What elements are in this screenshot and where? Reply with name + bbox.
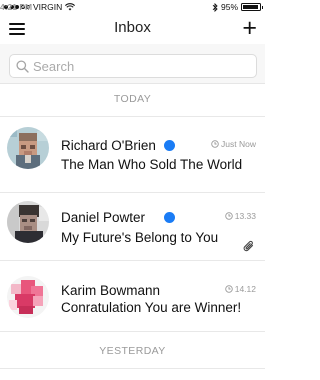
clock-icon xyxy=(224,212,233,220)
page-title: Inbox xyxy=(114,19,151,36)
message-time: 14.12 xyxy=(224,284,256,294)
avatar xyxy=(7,127,49,169)
sender-name: Karim Bowmann xyxy=(61,283,161,298)
message-time-label: Just Now xyxy=(221,139,256,149)
message-time-label: 14.12 xyxy=(234,284,256,294)
search-field[interactable] xyxy=(9,54,257,78)
avatar xyxy=(7,276,49,318)
message-subject: My Future's Belong to You xyxy=(61,230,219,245)
divider xyxy=(0,368,265,369)
bluetooth-icon xyxy=(212,2,218,12)
status-right: 95% xyxy=(212,2,263,12)
battery-percent: 95% xyxy=(220,2,238,12)
unread-indicator xyxy=(164,140,175,151)
battery-level xyxy=(243,5,259,9)
message-subject: The Man Who Sold The World xyxy=(61,157,243,172)
status-bar: VIRGIN 4:21 PM 95% xyxy=(0,0,265,14)
search-input[interactable] xyxy=(33,58,233,74)
paperclip-icon xyxy=(243,240,254,252)
search-icon xyxy=(16,59,29,73)
message-row[interactable]: Karim Bowmann 14.12 Conratulation You ar… xyxy=(0,262,265,332)
section-header-today: TODAY xyxy=(113,93,152,105)
clock-icon xyxy=(211,140,219,148)
battery-icon xyxy=(241,3,263,11)
message-row[interactable]: Richard O'Brien Just Now The Man Who Sol… xyxy=(0,117,265,193)
avatar xyxy=(7,201,49,243)
nav-bar: Inbox + xyxy=(0,14,265,44)
clock-icon xyxy=(224,285,233,293)
message-time: 13.33 xyxy=(224,211,256,221)
message-subject: Conratulation You are Winner! xyxy=(61,300,242,315)
compose-button[interactable]: + xyxy=(242,15,257,41)
sender-name: Richard O'Brien xyxy=(61,138,156,153)
unread-indicator xyxy=(164,212,175,223)
message-row[interactable]: Daniel Powter 13.33 My Future's Belong t… xyxy=(0,193,265,261)
message-time-label: 13.33 xyxy=(234,211,256,221)
sender-name: Daniel Powter xyxy=(61,210,146,225)
search-bar xyxy=(0,44,265,84)
message-time: Just Now xyxy=(211,139,256,149)
section-header-yesterday: YESTERDAY xyxy=(99,345,166,357)
